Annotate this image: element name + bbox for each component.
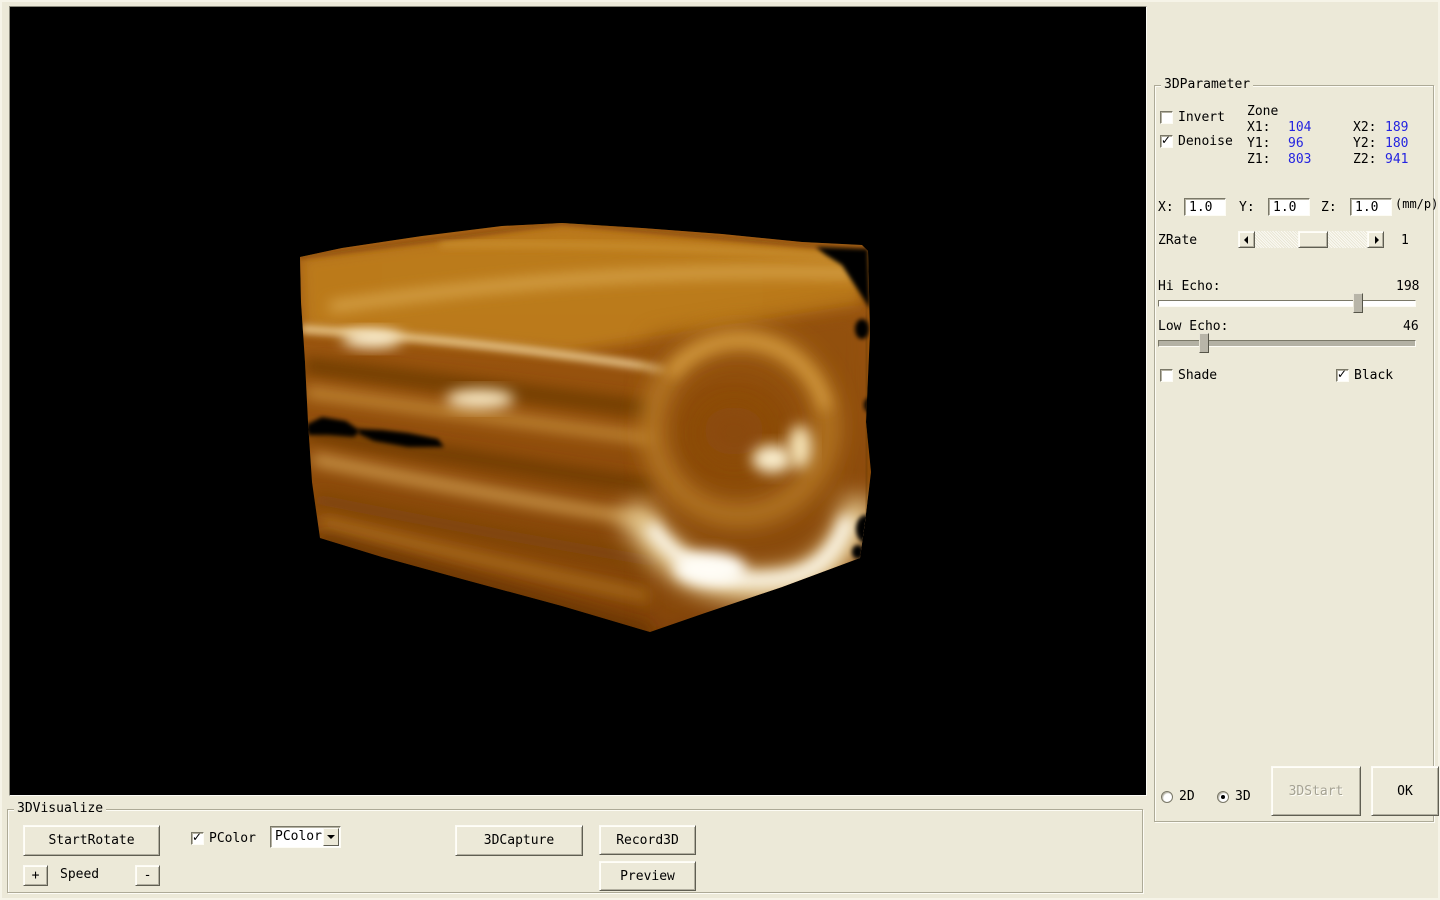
pcolor-label: PColor bbox=[209, 831, 256, 846]
start-rotate-button[interactable]: StartRotate bbox=[23, 825, 160, 856]
speed-plus-button[interactable]: + bbox=[23, 865, 48, 886]
denoise-checkbox[interactable] bbox=[1160, 135, 1173, 148]
black-checkbox[interactable] bbox=[1336, 369, 1349, 382]
zone-x1-value: 104 bbox=[1288, 120, 1311, 135]
visualize-panel-title: 3DVisualize bbox=[14, 801, 106, 816]
mode-2d-label: 2D bbox=[1179, 789, 1195, 804]
x-scale-label: X: bbox=[1158, 200, 1174, 215]
mode-3d-label: 3D bbox=[1235, 789, 1251, 804]
mode-2d-radio[interactable] bbox=[1161, 791, 1173, 803]
parameter-panel: 3DParameter Invert Denoise Zone X1: 104 … bbox=[1154, 85, 1434, 822]
speed-label: Speed bbox=[60, 867, 99, 882]
low-echo-thumb[interactable] bbox=[1199, 333, 1209, 353]
zone-x2-value: 189 bbox=[1385, 120, 1408, 135]
pcolor-dropdown-button[interactable] bbox=[323, 828, 339, 846]
shade-checkbox[interactable] bbox=[1160, 369, 1173, 382]
zone-z2-label: Z2: bbox=[1353, 152, 1376, 167]
zone-y1-value: 96 bbox=[1288, 136, 1304, 151]
app-window: { "viewport": { "background": "#000000",… bbox=[0, 0, 1440, 900]
zrate-scroll-right-button[interactable] bbox=[1367, 231, 1384, 248]
visualize-panel: 3DVisualize StartRotate + Speed - PColor… bbox=[7, 809, 1143, 893]
scroll-right-icon bbox=[1375, 236, 1379, 244]
scale-unit-label: (mm/p) bbox=[1395, 197, 1438, 211]
z-scale-input[interactable] bbox=[1350, 198, 1392, 216]
viewport-3d[interactable] bbox=[9, 6, 1147, 796]
zrate-label: ZRate bbox=[1158, 233, 1197, 248]
preview-button[interactable]: Preview bbox=[599, 861, 696, 891]
hi-echo-slider-channel[interactable] bbox=[1158, 300, 1416, 307]
shade-label: Shade bbox=[1178, 368, 1217, 383]
chevron-down-icon bbox=[327, 835, 335, 839]
hi-echo-slider[interactable] bbox=[1158, 293, 1416, 313]
black-label: Black bbox=[1354, 368, 1393, 383]
volume-render-3d bbox=[10, 7, 1146, 795]
denoise-label: Denoise bbox=[1178, 134, 1233, 149]
low-echo-slider[interactable] bbox=[1158, 333, 1416, 353]
zrate-scrollbar[interactable] bbox=[1238, 231, 1384, 248]
pcolor-dropdown-value: PColor bbox=[275, 829, 322, 844]
x-scale-input[interactable] bbox=[1184, 198, 1226, 216]
zone-z1-value: 803 bbox=[1288, 152, 1311, 167]
capture-3d-button[interactable]: 3DCapture bbox=[455, 825, 583, 856]
scroll-left-icon bbox=[1244, 236, 1248, 244]
zrate-value: 1 bbox=[1401, 233, 1409, 248]
low-echo-slider-channel[interactable] bbox=[1158, 340, 1416, 347]
zone-z1-label: Z1: bbox=[1247, 152, 1270, 167]
hi-echo-thumb[interactable] bbox=[1353, 293, 1363, 313]
y-scale-label: Y: bbox=[1239, 200, 1255, 215]
pcolor-checkbox[interactable] bbox=[191, 832, 204, 845]
zone-y2-label: Y2: bbox=[1353, 136, 1376, 151]
invert-checkbox[interactable] bbox=[1160, 111, 1173, 124]
pcolor-dropdown[interactable]: PColor bbox=[270, 826, 341, 848]
mode-3d-radio[interactable] bbox=[1217, 791, 1229, 803]
zrate-scroll-thumb[interactable] bbox=[1298, 231, 1328, 248]
z-scale-label: Z: bbox=[1321, 200, 1337, 215]
zone-y2-value: 180 bbox=[1385, 136, 1408, 151]
parameter-panel-title: 3DParameter bbox=[1161, 77, 1253, 92]
low-echo-value: 46 bbox=[1403, 319, 1419, 334]
y-scale-input[interactable] bbox=[1268, 198, 1310, 216]
hi-echo-value: 198 bbox=[1396, 279, 1419, 294]
zrate-scroll-left-button[interactable] bbox=[1238, 231, 1255, 248]
speed-minus-button[interactable]: - bbox=[135, 865, 160, 886]
start-3d-button[interactable]: 3DStart bbox=[1271, 766, 1361, 816]
low-echo-label: Low Echo: bbox=[1158, 319, 1228, 334]
invert-label: Invert bbox=[1178, 110, 1225, 125]
zone-z2-value: 941 bbox=[1385, 152, 1408, 167]
zone-x2-label: X2: bbox=[1353, 120, 1376, 135]
zone-y1-label: Y1: bbox=[1247, 136, 1270, 151]
hi-echo-label: Hi Echo: bbox=[1158, 279, 1221, 294]
ok-button[interactable]: OK bbox=[1371, 766, 1439, 816]
zone-title: Zone bbox=[1247, 104, 1278, 119]
record-3d-button[interactable]: Record3D bbox=[599, 825, 696, 855]
zone-x1-label: X1: bbox=[1247, 120, 1270, 135]
